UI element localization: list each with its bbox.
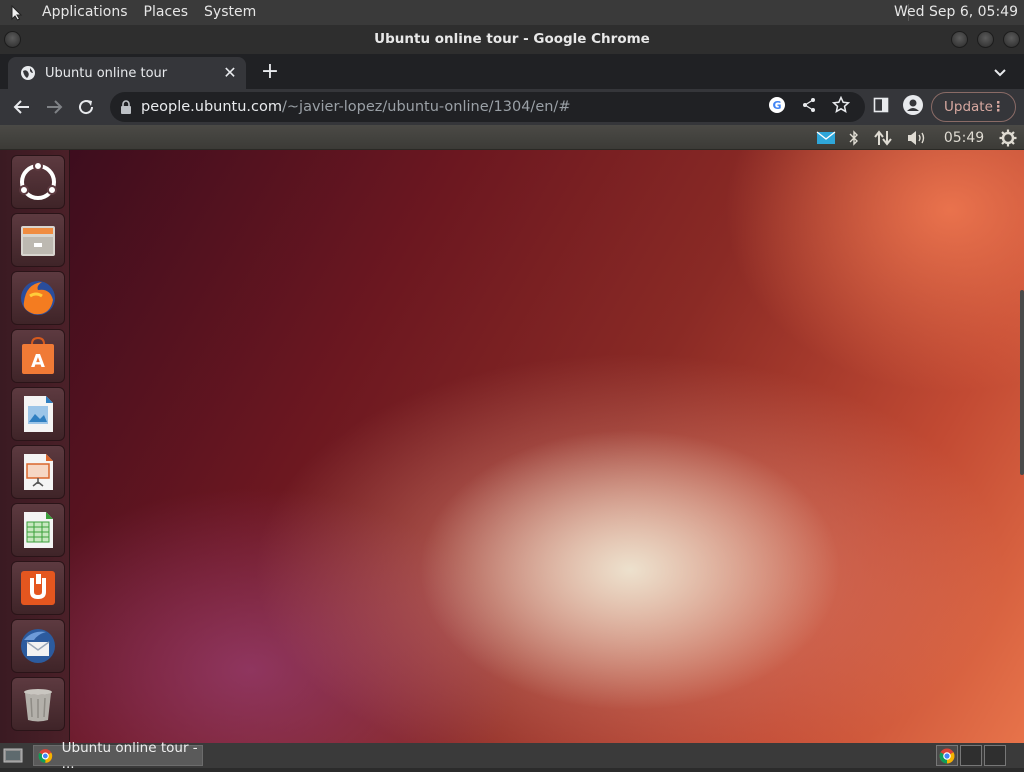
- taskbar-chrome-window[interactable]: Ubuntu online tour - ...: [33, 740, 203, 772]
- update-button[interactable]: Update ⋮: [931, 92, 1016, 122]
- new-tab-button[interactable]: +: [259, 61, 281, 84]
- libreoffice-calc-icon[interactable]: [11, 503, 65, 557]
- bottom-panel: Ubuntu online tour - ...: [0, 740, 1024, 772]
- chrome-icon: [38, 748, 53, 763]
- maximize-button[interactable]: [977, 31, 994, 48]
- volume-icon[interactable]: [906, 129, 928, 146]
- software-center-icon[interactable]: A: [11, 329, 65, 383]
- ubuntu-dash-icon[interactable]: [11, 155, 65, 209]
- libreoffice-draw-icon[interactable]: [11, 387, 65, 441]
- window-menu-button[interactable]: [4, 31, 21, 48]
- system-menu[interactable]: System: [196, 0, 264, 25]
- thunderbird-icon[interactable]: [11, 619, 65, 673]
- taskbar-label: Ubuntu online tour - ...: [61, 739, 198, 772]
- bookmark-star-icon[interactable]: [832, 96, 850, 114]
- tab-ubuntu-online-tour[interactable]: Ubuntu online tour ✕: [8, 57, 246, 89]
- workspace-3[interactable]: [984, 745, 1006, 766]
- top-panel: Applications Places System Wed Sep 6, 05…: [0, 0, 1024, 25]
- mail-icon[interactable]: [816, 129, 836, 146]
- svg-text:A: A: [31, 351, 45, 372]
- ubuntu-top-panel: 05:49: [0, 125, 1024, 150]
- network-icon[interactable]: [873, 129, 893, 146]
- reload-icon: [79, 100, 94, 115]
- show-desktop-icon[interactable]: [3, 747, 23, 764]
- browser-toolbar: people.ubuntu.com/~javier-lopez/ubuntu-o…: [0, 89, 1024, 125]
- tab-search-chevron-icon[interactable]: [990, 62, 1010, 82]
- share-icon[interactable]: [800, 96, 818, 114]
- arrow-left-icon: [13, 100, 29, 114]
- desktop-wallpaper: [70, 150, 1024, 743]
- applications-menu[interactable]: Applications: [34, 0, 136, 25]
- globe-icon: [21, 66, 35, 80]
- svg-text:G: G: [772, 99, 781, 112]
- unity-launcher: A: [0, 150, 70, 743]
- profile-avatar-icon[interactable]: [903, 95, 923, 115]
- close-window-button[interactable]: [1003, 31, 1020, 48]
- tab-title: Ubuntu online tour: [45, 65, 168, 81]
- menu-dots-icon[interactable]: ⋮: [992, 93, 1006, 121]
- panel-clock[interactable]: Wed Sep 6, 05:49: [894, 0, 1018, 25]
- side-panel-icon[interactable]: [872, 96, 890, 114]
- address-bar[interactable]: people.ubuntu.com/~javier-lopez/ubuntu-o…: [110, 92, 865, 122]
- trash-icon[interactable]: [11, 677, 65, 731]
- firefox-icon[interactable]: [11, 271, 65, 325]
- scrollbar[interactable]: [1020, 290, 1024, 475]
- applications-menu-icon[interactable]: [8, 4, 26, 22]
- minimize-button[interactable]: [951, 31, 968, 48]
- window-title: Ubuntu online tour - Google Chrome: [374, 31, 650, 47]
- files-icon[interactable]: [11, 213, 65, 267]
- url-host: people.ubuntu.com: [141, 99, 282, 115]
- forward-button[interactable]: [42, 95, 66, 119]
- web-content: 05:49 A: [0, 125, 1024, 743]
- tab-strip: Ubuntu online tour ✕ +: [0, 54, 1024, 89]
- reload-button[interactable]: [74, 95, 98, 119]
- arrow-right-icon: [47, 100, 63, 114]
- update-label: Update: [944, 99, 993, 115]
- window-titlebar[interactable]: Ubuntu online tour - Google Chrome: [0, 25, 1024, 54]
- lock-icon[interactable]: [119, 99, 133, 115]
- bluetooth-icon[interactable]: [846, 129, 862, 146]
- url-path: /~javier-lopez/ubuntu-online/1304/en/#: [282, 99, 571, 115]
- libreoffice-impress-icon[interactable]: [11, 445, 65, 499]
- tab-close-icon[interactable]: ✕: [222, 65, 238, 81]
- workspace-2[interactable]: [960, 745, 982, 766]
- workspace-1[interactable]: [936, 745, 958, 766]
- ubuntu-one-icon[interactable]: [11, 561, 65, 615]
- chrome-icon: [939, 748, 955, 763]
- google-lens-icon[interactable]: G: [768, 96, 786, 114]
- gear-icon[interactable]: [998, 129, 1018, 146]
- ubuntu-panel-clock[interactable]: 05:49: [942, 129, 986, 146]
- places-menu[interactable]: Places: [136, 0, 197, 25]
- back-button[interactable]: [10, 95, 34, 119]
